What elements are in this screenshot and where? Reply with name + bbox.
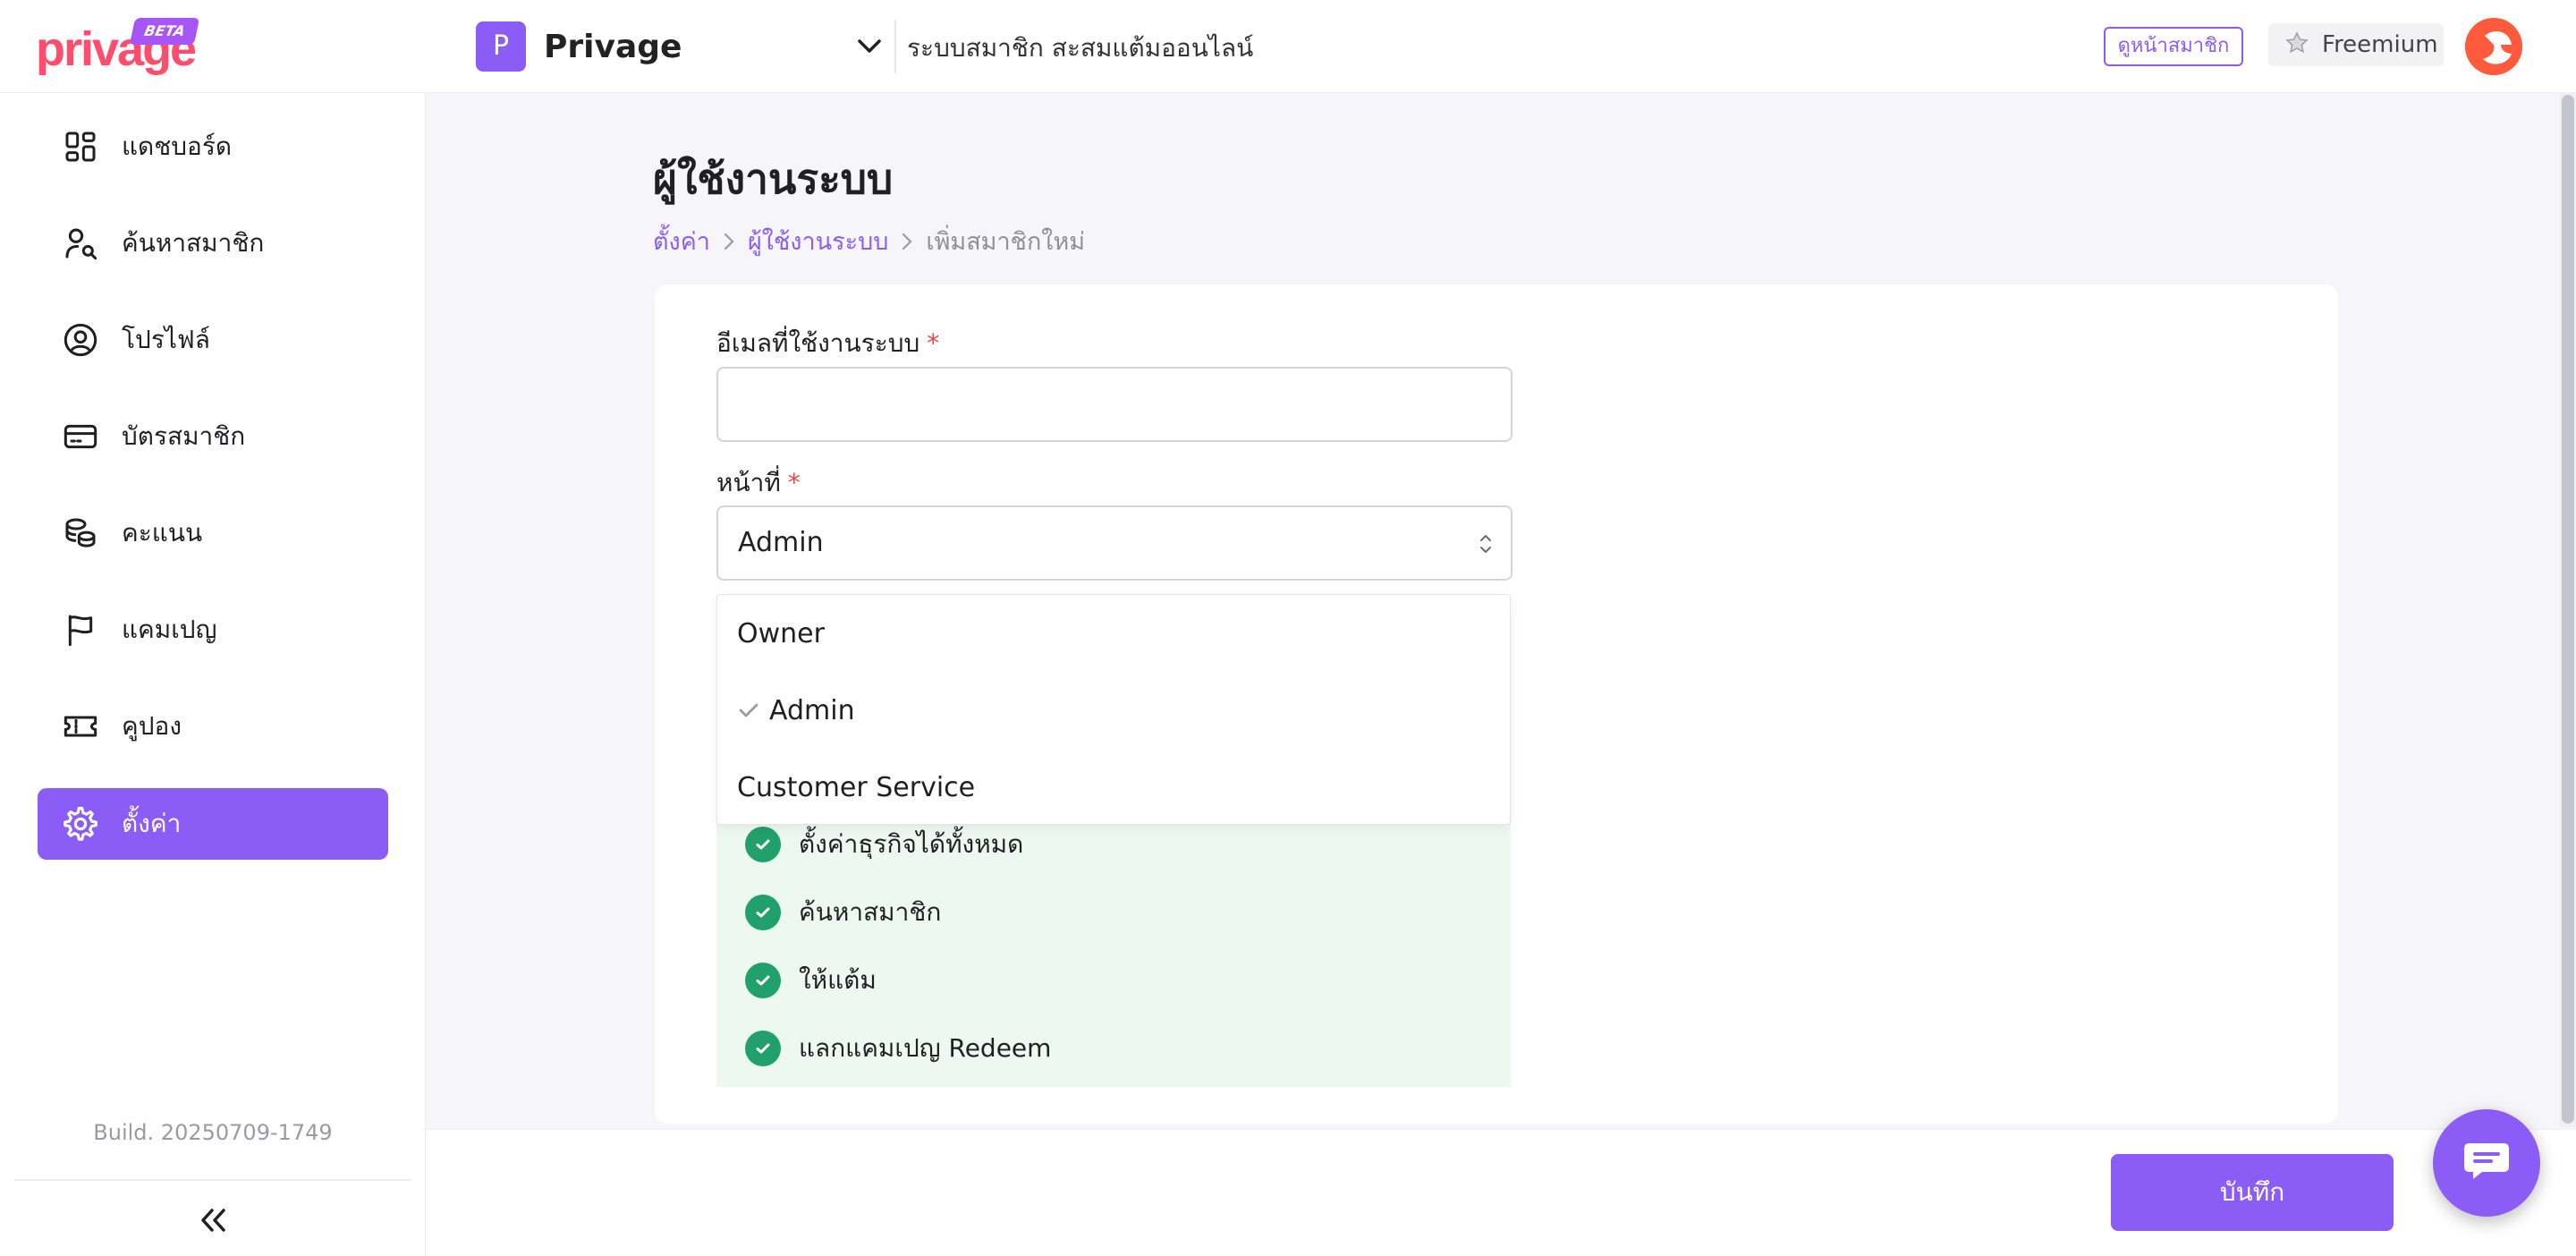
shop-switcher[interactable]: P Privage — [476, 21, 887, 72]
header-subtitle: ระบบสมาชิก สะสมแต้มออนไลน์ — [907, 33, 1254, 63]
sidebar-item-member-search[interactable]: ค้นหาสมาชิก — [38, 208, 388, 279]
sidebar-item-campaign[interactable]: แคมเปญ — [38, 594, 388, 666]
sidebar-item-label: บัตรสมาชิก — [122, 421, 246, 451]
card-icon — [61, 417, 100, 456]
role-option-admin[interactable]: Admin — [717, 672, 1512, 749]
permission-label: แลกแคมเปญ Redeem — [799, 1033, 1052, 1063]
permission-item: ให้แต้ม — [745, 961, 877, 1000]
select-updown-icon — [1477, 530, 1495, 557]
permission-item: ค้นหาสมาชิก — [745, 893, 941, 932]
sidebar-item-label: แคมเปญ — [122, 615, 217, 644]
user-search-icon — [61, 224, 100, 263]
sidebar: แดชบอร์ด ค้นหาสมาชิก โปรไฟล์ บัตรสมาชิก … — [0, 93, 426, 1256]
chat-button[interactable] — [2433, 1109, 2540, 1217]
beta-badge: BETA — [129, 18, 200, 45]
permission-item: แลกแคมเปญ Redeem — [745, 1029, 1051, 1068]
gear-icon — [61, 804, 100, 844]
build-version: Build. 20250709-1749 — [93, 1120, 333, 1145]
avatar[interactable] — [2465, 18, 2522, 75]
sidebar-item-profile[interactable]: โปรไฟล์ — [38, 304, 388, 376]
permission-item: ตั้งค่าธุรกิจได้ทั้งหมด — [745, 825, 1023, 864]
save-button[interactable]: บันทึก — [2111, 1154, 2394, 1231]
breadcrumb: ตั้งค่า ผู้ใช้งานระบบ เพิ่มสมาชิกใหม่ — [653, 222, 1085, 260]
email-label-text: อีเมลที่ใช้งานระบบ — [716, 328, 920, 358]
role-option-owner[interactable]: Owner — [717, 595, 1512, 672]
plan-badge[interactable]: Freemium — [2268, 23, 2444, 66]
role-option-customer-service[interactable]: Customer Service — [717, 749, 1512, 826]
check-circle-icon — [745, 827, 781, 862]
coins-icon — [61, 513, 100, 553]
chevron-right-icon — [901, 232, 913, 251]
flag-icon — [61, 610, 100, 649]
role-label: หน้าที่ * — [716, 463, 801, 503]
profile-icon — [61, 320, 100, 360]
required-mark: * — [787, 468, 801, 497]
dashboard-icon — [61, 127, 100, 166]
role-dropdown-menu: Owner Admin Customer Service — [716, 594, 1511, 825]
header-divider — [894, 20, 896, 73]
breadcrumb-current: เพิ่มสมาชิกใหม่ — [926, 228, 1086, 256]
sidebar-item-label: ตั้งค่า — [122, 809, 182, 838]
shop-avatar: P — [476, 21, 526, 72]
sidebar-divider — [14, 1179, 411, 1181]
permission-label: ให้แต้ม — [799, 965, 877, 995]
email-field[interactable] — [716, 367, 1513, 442]
top-header: privage BETA P Privage ระบบสมาชิก สะสมแต… — [0, 0, 2576, 93]
option-label: Owner — [737, 617, 825, 649]
option-label: Admin — [769, 694, 855, 726]
check-circle-icon — [745, 895, 781, 930]
sidebar-item-coupon[interactable]: คูปอง — [38, 691, 388, 762]
view-member-page-button[interactable]: ดูหน้าสมาชิก — [2104, 27, 2243, 66]
permissions-box: ตั้งค่าธุรกิจได้ทั้งหมด ค้นหาสมาชิก ให้แ… — [716, 805, 1511, 1087]
ticket-icon — [61, 707, 100, 746]
sidebar-item-dashboard[interactable]: แดชบอร์ด — [38, 111, 388, 182]
double-chevron-left-icon — [198, 1207, 228, 1237]
email-label: อีเมลที่ใช้งานระบบ * — [716, 324, 939, 363]
scrollbar-thumb[interactable] — [2562, 95, 2574, 1124]
role-select-value: Admin — [738, 527, 824, 558]
permission-label: ค้นหาสมาชิก — [799, 897, 942, 927]
role-select[interactable]: Admin — [716, 505, 1513, 581]
check-circle-icon — [745, 963, 781, 998]
breadcrumb-settings[interactable]: ตั้งค่า — [653, 222, 710, 260]
sidebar-item-label: คูปอง — [122, 711, 182, 741]
chat-bubble-icon — [2462, 1140, 2511, 1186]
sidebar-item-label: คะแนน — [122, 518, 203, 547]
sidebar-item-points[interactable]: คะแนน — [38, 497, 388, 569]
chevron-right-icon — [723, 232, 735, 251]
check-circle-icon — [745, 1031, 781, 1066]
plan-label: Freemium — [2322, 31, 2438, 58]
checkmark-icon — [735, 697, 762, 724]
sidebar-item-member-card[interactable]: บัตรสมาชิก — [38, 401, 388, 472]
shop-name: Privage — [544, 28, 682, 65]
privage-logo[interactable]: privage BETA — [36, 18, 206, 76]
sidebar-item-label: โปรไฟล์ — [122, 325, 210, 354]
sidebar-item-label: แดชบอร์ด — [122, 132, 233, 161]
breadcrumb-system-users[interactable]: ผู้ใช้งานระบบ — [748, 222, 888, 260]
sidebar-item-label: ค้นหาสมาชิก — [122, 228, 265, 258]
sidebar-item-settings[interactable]: ตั้งค่า — [38, 788, 388, 860]
page-title: ผู้ใช้งานระบบ — [653, 155, 894, 203]
option-label: Customer Service — [737, 771, 976, 803]
permission-label: ตั้งค่าธุรกิจได้ทั้งหมด — [799, 829, 1024, 859]
role-label-text: หน้าที่ — [716, 468, 781, 497]
required-mark: * — [927, 328, 940, 358]
star-icon — [2284, 30, 2309, 59]
collapse-sidebar-button[interactable] — [190, 1199, 236, 1245]
chevron-down-icon[interactable] — [852, 29, 887, 64]
